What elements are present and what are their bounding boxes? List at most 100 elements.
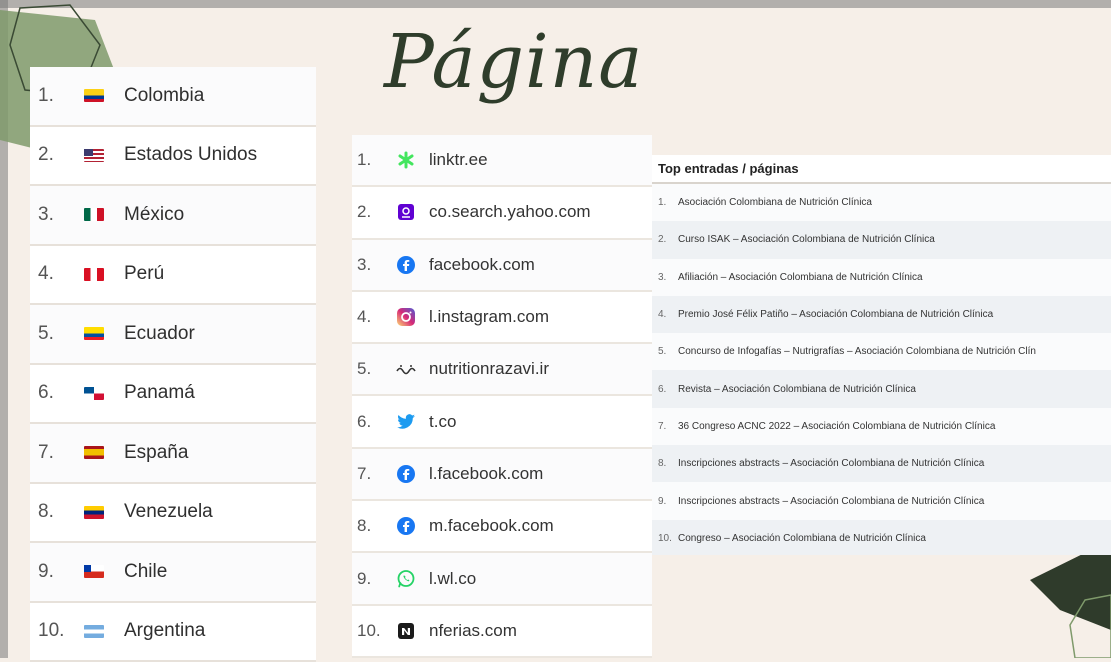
facebook-icon — [395, 463, 417, 485]
flag-mexico-icon — [84, 208, 104, 221]
table-row[interactable]: 9.Inscripciones abstracts – Asociación C… — [652, 482, 1111, 519]
flag-argentina-icon — [84, 625, 104, 638]
country-name: Panamá — [124, 382, 195, 404]
flag-spain-icon — [84, 446, 104, 459]
rank-number: 3. — [357, 255, 389, 275]
rank-number: 5. — [357, 359, 389, 379]
table-row[interactable]: 8.Inscripciones abstracts – Asociación C… — [652, 445, 1111, 482]
referrer-domain: nutritionrazavi.ir — [429, 359, 549, 379]
twitter-icon — [395, 411, 417, 433]
rank-number: 4. — [658, 309, 678, 320]
referrer-domain: nferias.com — [429, 621, 517, 641]
table-row[interactable]: 2.Curso ISAK – Asociación Colombiana de … — [652, 221, 1111, 258]
list-item: 6. t.co — [352, 396, 652, 448]
rank-number: 2. — [658, 234, 678, 245]
rank-number: 6. — [357, 412, 389, 432]
table-row[interactable]: 7.36 Congreso ACNC 2022 – Asociación Col… — [652, 408, 1111, 445]
rank-number: 2. — [357, 202, 389, 222]
list-item: 10. Argentina — [30, 603, 316, 662]
page-title-link[interactable]: Congreso – Asociación Colombiana de Nutr… — [678, 533, 926, 544]
rank-number: 9. — [658, 496, 678, 507]
list-item: 1. linktr.ee — [352, 135, 652, 187]
referrer-domain: l.facebook.com — [429, 464, 543, 484]
rank-number: 7. — [357, 464, 389, 484]
list-item: 2. Estados Unidos — [30, 127, 316, 187]
rank-number: 8. — [357, 516, 389, 536]
list-item: 2. co.search.yahoo.com — [352, 187, 652, 239]
table-row[interactable]: 1.Asociación Colombiana de Nutrición Clí… — [652, 184, 1111, 221]
country-name: Colombia — [124, 85, 204, 107]
table-row[interactable]: 3.Afiliación – Asociación Colombiana de … — [652, 259, 1111, 296]
rank-number: 2. — [38, 144, 76, 166]
referrer-domain: linktr.ee — [429, 150, 488, 170]
list-item: 8. m.facebook.com — [352, 501, 652, 553]
facebook-icon — [395, 254, 417, 276]
rank-number: 10. — [658, 533, 678, 544]
rank-number: 10. — [357, 621, 389, 641]
rank-number: 4. — [38, 263, 76, 285]
instagram-icon — [395, 306, 417, 328]
linktree-icon — [395, 149, 417, 171]
razavi-logo-icon — [395, 358, 417, 380]
rank-number: 5. — [38, 323, 76, 345]
rank-number: 8. — [658, 458, 678, 469]
list-item: 6. Panamá — [30, 365, 316, 425]
rank-number: 1. — [658, 197, 678, 208]
referrer-domain: m.facebook.com — [429, 516, 554, 536]
table-row[interactable]: 4.Premio José Félix Patiño – Asociación … — [652, 296, 1111, 333]
referrers-list: 1. linktr.ee 2. co.search.yahoo.com 3. f… — [352, 135, 652, 658]
flag-chile-icon — [84, 565, 104, 578]
referrer-domain: l.instagram.com — [429, 307, 549, 327]
page-title-link[interactable]: 36 Congreso ACNC 2022 – Asociación Colom… — [678, 421, 995, 432]
rank-number: 9. — [357, 569, 389, 589]
rank-number: 4. — [357, 307, 389, 327]
referrer-domain: facebook.com — [429, 255, 535, 275]
flag-peru-icon — [84, 268, 104, 281]
country-name: Estados Unidos — [124, 144, 257, 166]
referrer-domain: t.co — [429, 412, 456, 432]
country-name: Venezuela — [124, 501, 213, 523]
table-row[interactable]: 6.Revista – Asociación Colombiana de Nut… — [652, 370, 1111, 407]
list-item: 4. Perú — [30, 246, 316, 306]
list-item: 1. Colombia — [30, 67, 316, 127]
rank-number: 6. — [658, 384, 678, 395]
list-item: 5. nutritionrazavi.ir — [352, 344, 652, 396]
list-item: 5. Ecuador — [30, 305, 316, 365]
flag-colombia-icon — [84, 89, 104, 102]
list-item: 7. España — [30, 424, 316, 484]
referrer-domain: l.wl.co — [429, 569, 476, 589]
decor-hexagon-bottom-right — [1030, 540, 1111, 658]
page-title-link[interactable]: Asociación Colombiana de Nutrición Clíni… — [678, 197, 872, 208]
table-row[interactable]: 10.Congreso – Asociación Colombiana de N… — [652, 520, 1111, 555]
country-name: Ecuador — [124, 323, 195, 345]
country-name: Argentina — [124, 620, 205, 642]
rank-number: 6. — [38, 382, 76, 404]
page-title-link[interactable]: Curso ISAK – Asociación Colombiana de Nu… — [678, 234, 935, 245]
page-title-link[interactable]: Inscripciones abstracts – Asociación Col… — [678, 458, 984, 469]
country-name: México — [124, 204, 184, 226]
list-item: 3. facebook.com — [352, 240, 652, 292]
list-item: 10. nferias.com — [352, 606, 652, 658]
list-item: 4. l.instagram.com — [352, 292, 652, 344]
rank-number: 7. — [38, 442, 76, 464]
page-title-link[interactable]: Afiliación – Asociación Colombiana de Nu… — [678, 272, 923, 283]
list-item: 3. México — [30, 186, 316, 246]
table-row[interactable]: 5.Concurso de Infogafías – Nutrigrafías … — [652, 333, 1111, 370]
page-title-link[interactable]: Concurso de Infogafías – Nutrigrafías – … — [678, 346, 1036, 357]
facebook-icon — [395, 515, 417, 537]
referrer-domain: co.search.yahoo.com — [429, 202, 591, 222]
yahoo-search-icon — [395, 201, 417, 223]
page-title-link[interactable]: Revista – Asociación Colombiana de Nutri… — [678, 384, 916, 395]
page-title-link[interactable]: Inscripciones abstracts – Asociación Col… — [678, 496, 984, 507]
top-pages-table: Top entradas / páginas 1.Asociación Colo… — [652, 155, 1111, 555]
whatsapp-icon — [395, 568, 417, 590]
page-title-link[interactable]: Premio José Félix Patiño – Asociación Co… — [678, 309, 993, 320]
rank-number: 1. — [38, 85, 76, 107]
flag-panama-icon — [84, 387, 104, 400]
rank-number: 3. — [658, 272, 678, 283]
country-name: Perú — [124, 263, 164, 285]
nferias-icon — [395, 620, 417, 642]
rank-number: 3. — [38, 204, 76, 226]
list-item: 9. Chile — [30, 543, 316, 603]
flag-usa-icon — [84, 149, 104, 162]
